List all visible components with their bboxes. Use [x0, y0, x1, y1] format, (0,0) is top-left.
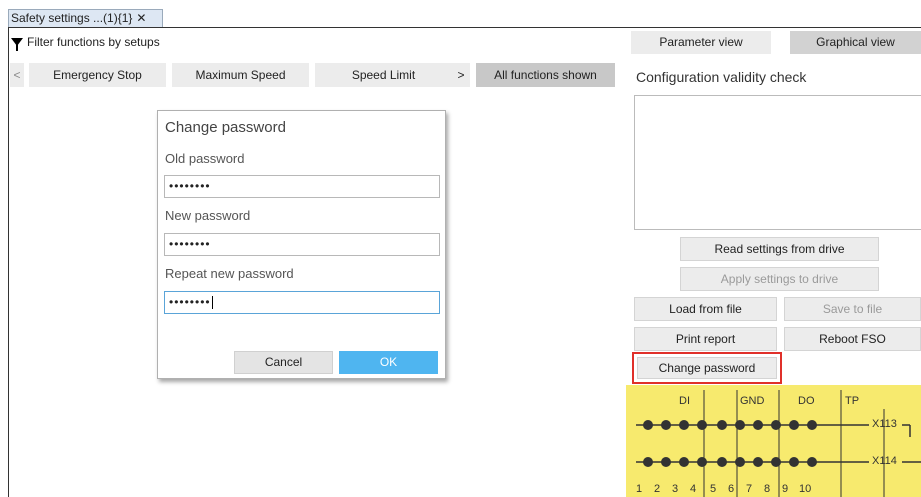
- reboot-fso-button[interactable]: Reboot FSO: [784, 327, 921, 351]
- tab-content-border: [8, 27, 921, 28]
- load-from-file-button[interactable]: Load from file: [634, 297, 777, 321]
- pin-10: 10: [799, 483, 812, 495]
- pin-2: 2: [654, 483, 661, 495]
- terminal-dot-x114-6: [735, 457, 745, 467]
- safety-settings-tab[interactable]: Safety settings ...(1){1} ✕: [8, 9, 163, 27]
- terminal-dot-x113-8: [771, 420, 781, 430]
- filter-icon: [11, 38, 23, 51]
- functions-prev-button[interactable]: <: [10, 63, 24, 87]
- dialog-title: Change password: [165, 119, 286, 136]
- function-maximum-speed[interactable]: Maximum Speed: [172, 63, 309, 87]
- pin-8: 8: [764, 483, 771, 495]
- pin-7: 7: [746, 483, 753, 495]
- terminal-svg: [636, 390, 921, 497]
- pin-6: 6: [728, 483, 735, 495]
- all-functions-shown-button[interactable]: All functions shown: [476, 63, 615, 87]
- terminal-dot-x114-1: [643, 457, 653, 467]
- function-emergency-stop[interactable]: Emergency Stop: [29, 63, 166, 87]
- terminal-dot-x113-1: [643, 420, 653, 430]
- pin-5: 5: [710, 483, 717, 495]
- config-check-title: Configuration validity check: [636, 69, 807, 85]
- terminal-dot-x113-4: [697, 420, 707, 430]
- terminal-dot-x113-6: [735, 420, 745, 430]
- cancel-button[interactable]: Cancel: [234, 351, 333, 374]
- terminal-dot-x114-9: [789, 457, 799, 467]
- old-password-value: ••••••••: [169, 179, 211, 193]
- repeat-password-field[interactable]: ••••••••: [164, 291, 440, 314]
- function-speed-limit[interactable]: Speed Limit: [315, 63, 452, 87]
- connector-x113-label: X113: [872, 418, 897, 430]
- terminal-dot-x113-9: [789, 420, 799, 430]
- terminal-dot-x113-3: [679, 420, 689, 430]
- old-password-field[interactable]: ••••••••: [164, 175, 440, 198]
- graphical-view-tab[interactable]: Graphical view: [790, 31, 921, 54]
- tab-close-icon[interactable]: ✕: [136, 11, 146, 25]
- ok-button[interactable]: OK: [339, 351, 438, 374]
- group-di-label: DI: [679, 395, 690, 407]
- terminal-dot-x114-10: [807, 457, 817, 467]
- functions-next-button[interactable]: >: [452, 63, 470, 87]
- terminal-dot-x113-2: [661, 420, 671, 430]
- pin-1: 1: [636, 483, 643, 495]
- terminal-dot-x114-7: [753, 457, 763, 467]
- print-report-button[interactable]: Print report: [634, 327, 777, 351]
- old-password-label: Old password: [165, 151, 245, 166]
- terminal-dot-x113-10: [807, 420, 817, 430]
- change-password-highlight: [632, 352, 782, 384]
- config-check-box: [634, 95, 921, 230]
- parameter-view-tab[interactable]: Parameter view: [631, 31, 771, 54]
- filter-label: Filter functions by setups: [27, 35, 160, 49]
- repeat-password-value: ••••••••: [169, 295, 211, 309]
- terminal-dot-x114-8: [771, 457, 781, 467]
- change-password-dialog: Change password Old password •••••••• Ne…: [157, 110, 446, 379]
- left-border: [8, 27, 9, 497]
- terminal-dot-x113-7: [753, 420, 763, 430]
- apply-settings-button[interactable]: Apply settings to drive: [680, 267, 879, 291]
- new-password-label: New password: [165, 208, 251, 223]
- connector-x114-label: X114: [872, 455, 897, 467]
- read-settings-button[interactable]: Read settings from drive: [680, 237, 879, 261]
- text-caret: [211, 296, 213, 310]
- repeat-password-label: Repeat new password: [165, 266, 294, 281]
- terminal-diagram: DI GND DO TP X113 X114 1 2 3 4 5 6 7 8 9…: [626, 385, 921, 497]
- pin-3: 3: [672, 483, 679, 495]
- group-gnd-label: GND: [740, 395, 765, 407]
- terminal-dot-x114-3: [679, 457, 689, 467]
- new-password-value: ••••••••: [169, 237, 211, 251]
- group-tp-label: TP: [845, 395, 860, 407]
- terminal-dot-x114-4: [697, 457, 707, 467]
- tab-title: Safety settings ...(1){1}: [11, 11, 133, 25]
- new-password-field[interactable]: ••••••••: [164, 233, 440, 256]
- terminal-dot-x113-5: [717, 420, 727, 430]
- pin-9: 9: [782, 483, 789, 495]
- terminal-dot-x114-5: [717, 457, 727, 467]
- filter-by-setups[interactable]: Filter functions by setups: [11, 35, 160, 51]
- terminal-dot-x114-2: [661, 457, 671, 467]
- group-do-label: DO: [798, 395, 815, 407]
- pin-4: 4: [690, 483, 697, 495]
- save-to-file-button[interactable]: Save to file: [784, 297, 921, 321]
